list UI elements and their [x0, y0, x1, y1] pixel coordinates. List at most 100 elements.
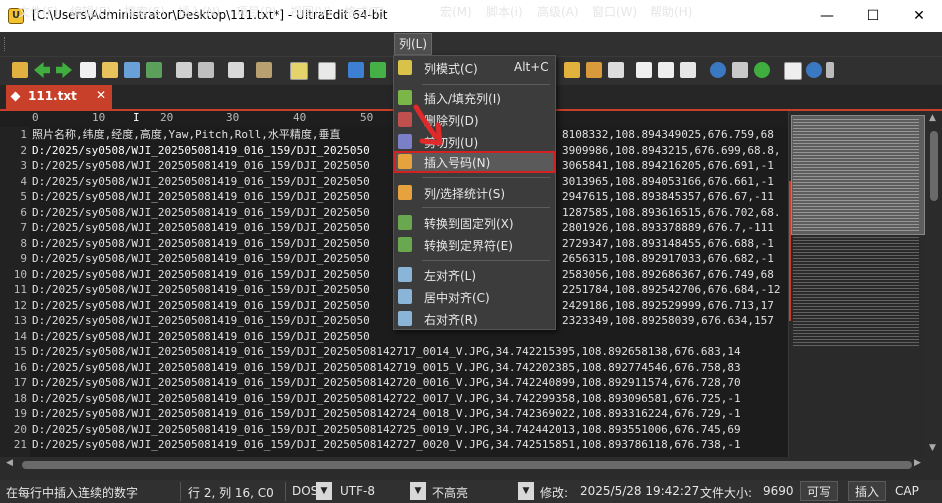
- text-line-fragment[interactable]: 2729347,108.893148455,676.688,-1: [562, 236, 781, 252]
- horizontal-scroll-thumb[interactable]: [22, 461, 912, 469]
- replace-icon[interactable]: [370, 62, 386, 78]
- menu-help[interactable]: 帮助(H): [650, 4, 692, 22]
- text-line-fragment[interactable]: 2251784,108.892542706,676.684,-12: [562, 282, 781, 298]
- text-line[interactable]: D:/2025/sy0508/WJI_202505081419_016_159/…: [32, 406, 741, 422]
- help-icon[interactable]: [806, 62, 822, 78]
- minimize-button[interactable]: —: [804, 0, 850, 32]
- menu-convert-fixed-column[interactable]: 转换到固定列(X): [394, 212, 555, 234]
- modified-time: 2025/5/28 19:42:27: [580, 484, 700, 498]
- menu-align-right[interactable]: 右对齐(R): [394, 308, 555, 330]
- function-list-icon[interactable]: [784, 62, 802, 80]
- menu-view[interactable]: 视图(V): [290, 4, 332, 22]
- column-mode-toolbar-icon[interactable]: [290, 62, 308, 80]
- close-window-button[interactable]: ✕: [896, 0, 942, 32]
- line-ending-dropdown-icon[interactable]: ▼: [316, 482, 332, 500]
- line-number: 15: [13, 345, 27, 358]
- menu-column-stats[interactable]: 列/选择统计(S): [394, 182, 555, 204]
- scroll-down-icon[interactable]: ▼: [929, 443, 936, 453]
- menu-script[interactable]: 脚本(i): [486, 4, 523, 22]
- menu-format[interactable]: 格式(T): [344, 4, 385, 22]
- text-line[interactable]: D:/2025/sy0508/WJI_202505081419_016_159/…: [32, 422, 741, 438]
- menu-column-mode[interactable]: 列模式(C) Alt+C: [394, 57, 555, 79]
- text-line-fragment[interactable]: 2947615,108.893845357,676.67,-11: [562, 189, 781, 205]
- text-line-fragment[interactable]: 1287585,108.893616515,676.702,68.: [562, 205, 781, 221]
- text-line-fragment[interactable]: 2656315,108.892917033,676.682,-1: [562, 251, 781, 267]
- scroll-up-icon[interactable]: ▲: [929, 113, 936, 123]
- document-icon[interactable]: [228, 62, 244, 78]
- vertical-scroll-thumb[interactable]: [930, 131, 938, 201]
- menu-edit[interactable]: 编辑(E): [70, 4, 111, 22]
- menu-item-label: 转换到定界符(E): [424, 239, 513, 253]
- line-number-gutter[interactable]: 1 2 3 4 5 6 7 8 9 10 11 12 13 14 15 16 1…: [0, 127, 30, 457]
- open-project-icon[interactable]: [124, 62, 140, 78]
- writable-toggle[interactable]: 可写: [800, 481, 839, 501]
- scroll-right-icon[interactable]: ▶: [914, 458, 921, 468]
- macro-record-icon[interactable]: [564, 62, 580, 78]
- text-line-fragment[interactable]: 3909986,108.8943215,676.699,68.8,: [562, 143, 781, 159]
- menu-search[interactable]: 搜索(S): [124, 4, 165, 22]
- line-ending[interactable]: DOS: [292, 484, 318, 498]
- menu-window[interactable]: 窗口(W): [592, 4, 637, 22]
- text-line-fragment[interactable]: 2583056,108.892686367,676.749,68: [562, 267, 781, 283]
- encoding[interactable]: UTF-8: [340, 484, 375, 498]
- tile-window-icon[interactable]: [658, 62, 674, 78]
- web-browser-icon[interactable]: [710, 62, 726, 78]
- text-line[interactable]: D:/2025/sy0508/WJI_202505081419_016_159/…: [32, 375, 741, 391]
- menu-macro[interactable]: 宏(M): [440, 4, 472, 22]
- macro-play-icon[interactable]: [586, 62, 602, 78]
- template-icon[interactable]: [608, 62, 624, 78]
- ftp-icon[interactable]: [732, 62, 748, 78]
- menu-separator: [422, 177, 550, 178]
- cursor-position[interactable]: 行 2, 列 16, C0: [188, 484, 274, 501]
- find-icon[interactable]: [348, 62, 364, 78]
- tab-111-txt[interactable]: 111.txt ✕: [6, 85, 112, 109]
- ruler-tick: 50: [360, 111, 374, 124]
- menu-insert[interactable]: 插入(N): [178, 4, 220, 22]
- highlight-dropdown-icon[interactable]: ▼: [518, 482, 534, 500]
- text-line-fragment[interactable]: 2429186,108.892529999,676.713,17: [562, 298, 781, 314]
- toolbar-overflow-icon[interactable]: [826, 62, 834, 78]
- toolbar-grip-icon: [12, 62, 28, 78]
- menu-insert-number[interactable]: 插入号码(N): [394, 151, 555, 173]
- text-line-fragment[interactable]: 2801926,108.893378889,676.7,-111: [562, 220, 781, 236]
- menu-align-left[interactable]: 左对齐(L): [394, 264, 555, 286]
- text-line[interactable]: D:/2025/sy0508/WJI_202505081419_016_159/…: [32, 391, 741, 407]
- split-window-icon[interactable]: [636, 62, 652, 78]
- print-icon[interactable]: [176, 62, 192, 78]
- scroll-left-icon[interactable]: ◀: [6, 458, 13, 468]
- text-line-fragment[interactable]: 8108332,108.894349025,676.759,68: [562, 127, 781, 143]
- menu-project[interactable]: 项目(P): [236, 4, 277, 22]
- menu-convert-delimiter[interactable]: 转换到定界符(E): [394, 234, 555, 256]
- open-folder-icon[interactable]: [102, 62, 118, 78]
- save-icon[interactable]: [146, 62, 162, 78]
- cascade-window-icon[interactable]: [680, 62, 696, 78]
- file-size: 9690: [763, 484, 794, 498]
- syntax-highlight[interactable]: 不高亮: [432, 484, 468, 501]
- tab-close-icon[interactable]: ✕: [96, 88, 106, 102]
- list-view-icon[interactable]: [318, 62, 336, 80]
- text-content-right[interactable]: 8108332,108.894349025,676.759,68 3909986…: [562, 127, 781, 329]
- text-line-fragment[interactable]: 3013965,108.894053166,676.661,-1: [562, 174, 781, 190]
- menu-file[interactable]: 文件(F): [18, 4, 58, 22]
- text-line[interactable]: D:/2025/sy0508/WJI_202505081419_016_159/…: [32, 329, 741, 345]
- menubar-grip[interactable]: [4, 37, 8, 51]
- text-line[interactable]: D:/2025/sy0508/WJI_202505081419_016_159/…: [32, 360, 741, 376]
- wordwrap-icon[interactable]: [256, 62, 272, 78]
- text-line-fragment[interactable]: 2323349,108.89258039,676.634,157: [562, 313, 781, 329]
- line-number: 20: [13, 422, 27, 436]
- text-line[interactable]: D:/2025/sy0508/WJI_202505081419_016_159/…: [32, 344, 741, 360]
- maximize-button[interactable]: ☐: [850, 0, 896, 32]
- vertical-scrollbar[interactable]: ▲ ▼: [926, 111, 942, 457]
- menu-column[interactable]: 列(L): [393, 33, 433, 55]
- text-line-fragment[interactable]: 3065841,108.894216205,676.691,-1: [562, 158, 781, 174]
- insert-mode-toggle[interactable]: 插入: [848, 481, 887, 501]
- horizontal-scrollbar[interactable]: ◀ ▶: [0, 457, 926, 473]
- new-file-icon[interactable]: [80, 62, 96, 78]
- print-preview-icon[interactable]: [198, 62, 214, 78]
- refresh-icon[interactable]: [754, 62, 770, 78]
- menu-advanced[interactable]: 高级(A): [537, 4, 579, 22]
- menu-align-center[interactable]: 居中对齐(C): [394, 286, 555, 308]
- encoding-dropdown-icon[interactable]: ▼: [410, 482, 426, 500]
- minimap[interactable]: [788, 111, 927, 457]
- text-line[interactable]: D:/2025/sy0508/WJI_202505081419_016_159/…: [32, 437, 741, 453]
